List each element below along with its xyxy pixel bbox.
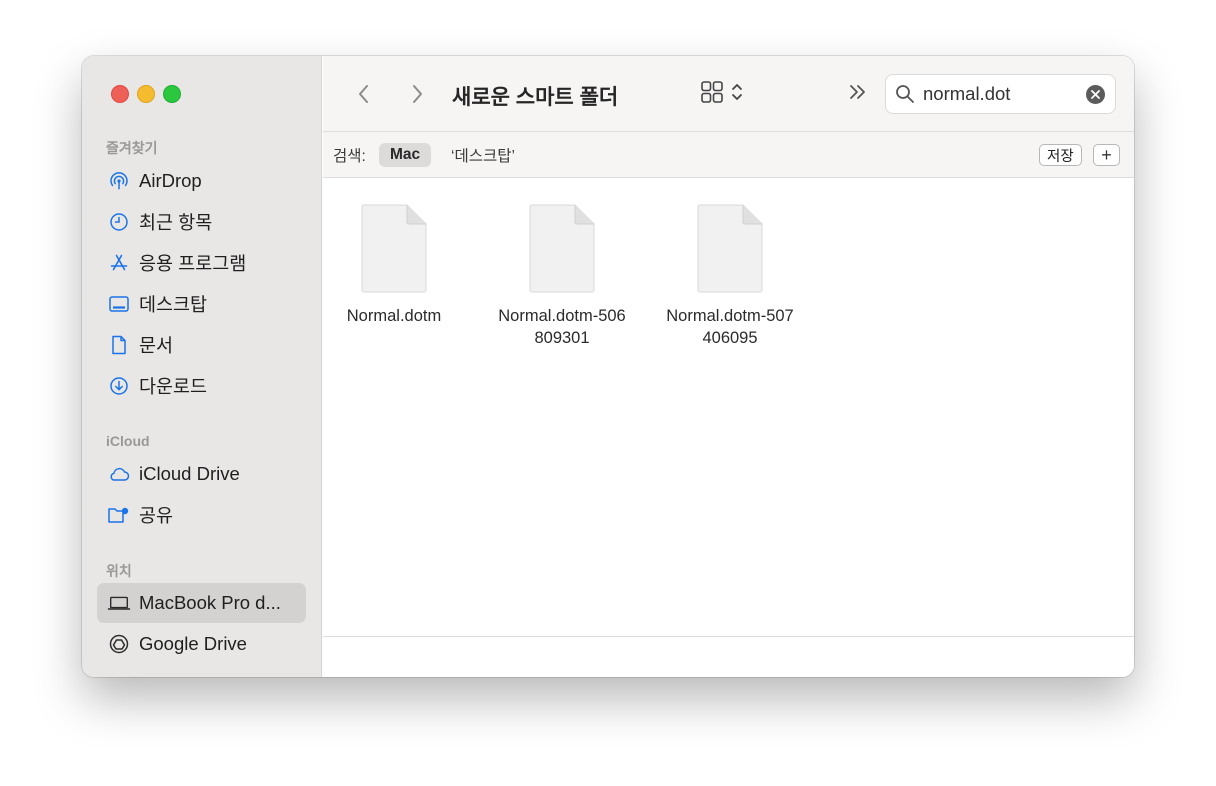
app-store-icon bbox=[107, 251, 131, 275]
search-scope-bar: 검색: Mac ‘데스크탑’ 저장 + bbox=[323, 132, 1134, 178]
minimize-window-button[interactable] bbox=[137, 85, 155, 103]
sidebar-item-label: 문서 bbox=[139, 335, 174, 356]
sidebar-item-label: 최근 항목 bbox=[139, 212, 213, 233]
close-icon bbox=[1091, 90, 1100, 99]
sidebar-section-favorites: 즐겨찾기 bbox=[106, 140, 158, 156]
laptop-icon bbox=[107, 591, 131, 615]
download-icon bbox=[107, 374, 131, 398]
view-mode-button[interactable] bbox=[700, 80, 744, 104]
search-field[interactable] bbox=[885, 74, 1116, 114]
sidebar-item-label: AirDrop bbox=[139, 170, 202, 191]
window-title: 새로운 스마트 폴더 bbox=[452, 86, 619, 109]
scope-desktop-button[interactable]: ‘데스크탑’ bbox=[451, 144, 515, 166]
sidebar-section-locations: 위치 bbox=[106, 563, 132, 579]
chevron-right-icon bbox=[413, 85, 422, 103]
clear-search-button[interactable] bbox=[1086, 85, 1105, 104]
sidebar-item-label: MacBook Pro d... bbox=[139, 592, 281, 613]
scope-mac-button[interactable]: Mac bbox=[379, 143, 432, 167]
sidebar-item-shared[interactable]: 공유 bbox=[97, 495, 306, 535]
sidebar-item-icloud-drive[interactable]: iCloud Drive bbox=[97, 454, 306, 494]
clock-icon bbox=[107, 210, 131, 234]
cloud-icon bbox=[107, 462, 131, 486]
close-window-button[interactable] bbox=[111, 85, 129, 103]
sidebar-item-label: 응용 프로그램 bbox=[139, 253, 247, 274]
back-button[interactable] bbox=[350, 80, 378, 108]
sidebar-item-desktop[interactable]: 데스크탑 bbox=[97, 284, 306, 324]
icon-grid-icon bbox=[701, 81, 723, 103]
document-file-icon bbox=[361, 204, 427, 293]
zoom-window-button[interactable] bbox=[163, 85, 181, 103]
search-input[interactable] bbox=[923, 83, 1073, 105]
file-item[interactable]: Normal.dotm-506 809301 bbox=[482, 204, 642, 349]
google-drive-icon bbox=[107, 632, 131, 656]
file-grid: Normal.dotm Normal.dotm-506 809301 Norma… bbox=[323, 179, 1134, 635]
sidebar-item-airdrop[interactable]: AirDrop bbox=[97, 161, 306, 201]
document-file-icon bbox=[529, 204, 595, 293]
file-item[interactable]: Normal.dotm-507 406095 bbox=[650, 204, 810, 349]
chevron-left-icon bbox=[359, 85, 368, 103]
sidebar-item-downloads[interactable]: 다운로드 bbox=[97, 366, 306, 406]
sidebar-item-recents[interactable]: 최근 항목 bbox=[97, 202, 306, 242]
sidebar-item-google-drive[interactable]: Google Drive bbox=[97, 624, 306, 664]
sidebar-item-documents[interactable]: 문서 bbox=[97, 325, 306, 365]
main-content: 새로운 스마트 폴더 normal.dot 검색: Mac ‘데스크탑’ 저장 … bbox=[323, 56, 1134, 677]
airdrop-icon bbox=[107, 169, 131, 193]
save-search-button[interactable]: 저장 bbox=[1039, 144, 1082, 166]
file-name: Normal.dotm bbox=[346, 307, 442, 325]
add-criteria-button[interactable]: + bbox=[1093, 144, 1120, 166]
sidebar: 즐겨찾기 AirDrop 최근 항목 응용 프로그램 데스크탑 문서 다운로드 … bbox=[82, 56, 322, 677]
sidebar-item-label: Google Drive bbox=[139, 633, 247, 654]
toolbar: 새로운 스마트 폴더 bbox=[323, 56, 1134, 132]
search-scope-label: 검색: bbox=[333, 147, 366, 165]
double-chevron-right-icon bbox=[850, 85, 865, 99]
file-item[interactable]: Normal.dotm bbox=[314, 204, 474, 327]
search-icon bbox=[896, 85, 914, 103]
sidebar-item-macbook[interactable]: MacBook Pro d... bbox=[97, 583, 306, 623]
toolbar-overflow-button[interactable] bbox=[847, 80, 869, 110]
file-name: Normal.dotm-507 406095 bbox=[666, 307, 794, 347]
sidebar-item-label: 다운로드 bbox=[139, 376, 208, 397]
path-bar bbox=[323, 636, 1134, 677]
sidebar-item-applications[interactable]: 응용 프로그램 bbox=[97, 243, 306, 283]
traffic-lights bbox=[111, 85, 181, 103]
finder-window: 즐겨찾기 AirDrop 최근 항목 응용 프로그램 데스크탑 문서 다운로드 … bbox=[82, 56, 1134, 677]
desktop-icon bbox=[107, 292, 131, 316]
sidebar-item-label: iCloud Drive bbox=[139, 463, 240, 484]
sidebar-section-icloud: iCloud bbox=[106, 433, 150, 449]
document-icon bbox=[107, 333, 131, 357]
shared-folder-icon bbox=[107, 503, 131, 527]
sidebar-item-label: 데스크탑 bbox=[139, 294, 208, 315]
forward-button[interactable] bbox=[403, 80, 431, 108]
sidebar-item-label: 공유 bbox=[139, 505, 174, 526]
document-file-icon bbox=[697, 204, 763, 293]
chevron-up-down-icon bbox=[732, 84, 742, 100]
file-name: Normal.dotm-506 809301 bbox=[498, 307, 626, 347]
